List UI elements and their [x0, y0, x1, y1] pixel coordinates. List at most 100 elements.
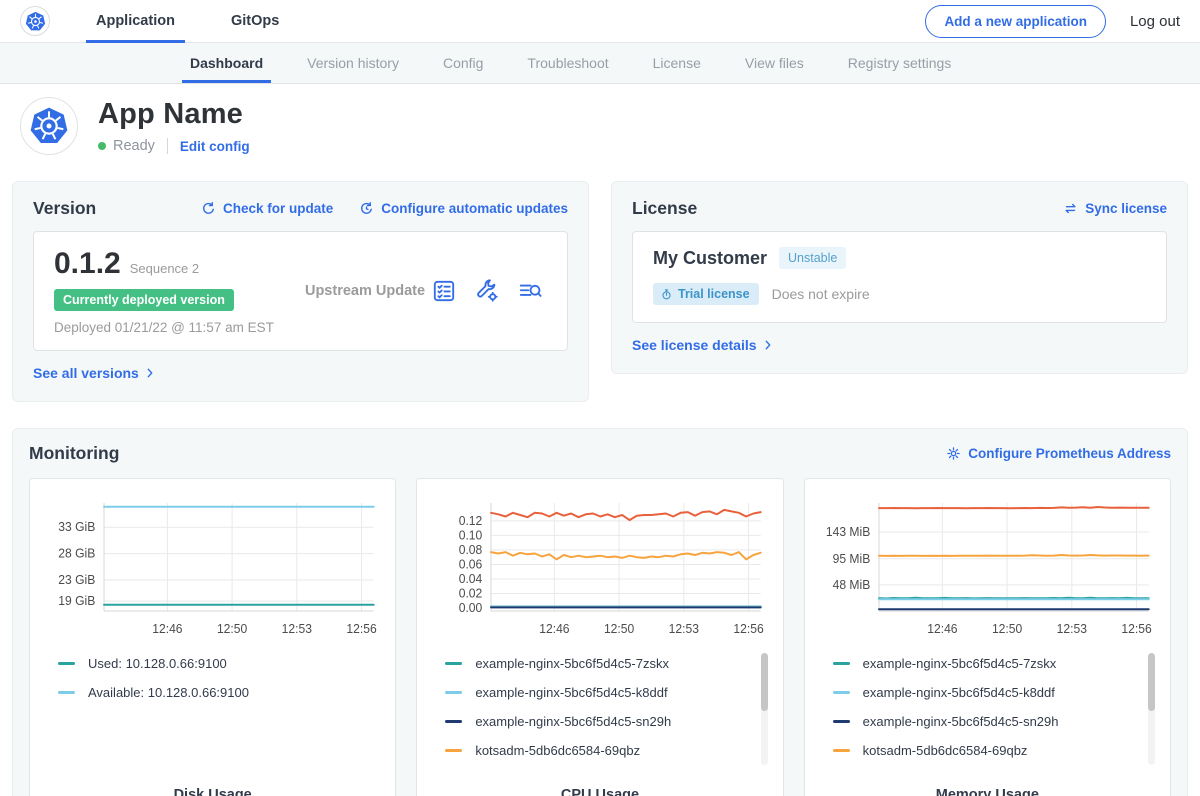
- svg-text:12:53: 12:53: [1056, 622, 1086, 636]
- svg-text:0.00: 0.00: [459, 601, 483, 615]
- legend-swatch: [833, 662, 850, 665]
- trial-license-badge: Trial license: [653, 283, 759, 305]
- config-wrench-gear-icon[interactable]: [474, 278, 500, 304]
- tab-config[interactable]: Config: [421, 43, 505, 83]
- svg-text:48 MiB: 48 MiB: [832, 578, 870, 592]
- legend-item: example-nginx-5bc6f5d4c5-sn29h: [833, 707, 1160, 736]
- edit-config-link[interactable]: Edit config: [180, 139, 250, 154]
- legend-item: kotsadm-5db6dc6584-69qbz: [445, 736, 772, 765]
- svg-text:33 GiB: 33 GiB: [58, 520, 95, 534]
- currently-deployed-badge: Currently deployed version: [54, 289, 234, 311]
- see-all-versions-link[interactable]: See all versions: [33, 365, 156, 381]
- tab-dashboard[interactable]: Dashboard: [168, 43, 285, 83]
- svg-text:19 GiB: 19 GiB: [58, 594, 95, 608]
- legend-swatch: [445, 662, 462, 665]
- svg-text:12:50: 12:50: [604, 622, 634, 636]
- configure-prometheus-link[interactable]: Configure Prometheus Address: [946, 446, 1171, 461]
- license-card-title: License: [632, 198, 697, 219]
- legend-scrollbar-track: [1148, 653, 1155, 765]
- tab-view-files[interactable]: View files: [723, 43, 826, 83]
- legend-swatch: [833, 749, 850, 752]
- status-dot: [98, 142, 106, 150]
- legend-label: example-nginx-5bc6f5d4c5-sn29h: [475, 714, 671, 729]
- topnav-spacer: [289, 0, 925, 42]
- chart-title: Disk Usage: [40, 775, 385, 796]
- configure-automatic-updates-link[interactable]: Configure automatic updates: [359, 201, 568, 216]
- svg-text:0.12: 0.12: [459, 514, 483, 528]
- svg-text:0.04: 0.04: [459, 572, 483, 586]
- legend-label: example-nginx-5bc6f5d4c5-7zskx: [475, 656, 669, 671]
- divider: [167, 138, 168, 154]
- svg-text:12:56: 12:56: [734, 622, 764, 636]
- svg-text:12:50: 12:50: [992, 622, 1022, 636]
- legend-swatch: [445, 720, 462, 723]
- svg-text:12:46: 12:46: [540, 622, 570, 636]
- memory-usage-legend: example-nginx-5bc6f5d4c5-7zskx example-ng…: [815, 649, 1160, 775]
- app-avatar-kubernetes-icon: [20, 97, 78, 155]
- legend-item: example-nginx-5bc6f5d4c5-7zskx: [445, 649, 772, 678]
- legend-scrollbar-track: [761, 653, 768, 765]
- preflight-checklist-icon[interactable]: [431, 278, 457, 304]
- svg-text:95 MiB: 95 MiB: [832, 552, 870, 566]
- memory-usage-chart: 143 MiB 95 MiB 48 MiB 12:46 12:50 12:53 12:56: [815, 493, 1160, 643]
- svg-text:12:56: 12:56: [346, 622, 376, 636]
- topnav-tab-application[interactable]: Application: [86, 0, 185, 42]
- app-header: App Name Ready Edit config: [0, 84, 1200, 169]
- svg-text:12:53: 12:53: [282, 622, 312, 636]
- svg-text:0.08: 0.08: [459, 543, 483, 557]
- legend-scrollbar-thumb[interactable]: [1148, 653, 1155, 711]
- check-for-update-link[interactable]: Check for update: [201, 201, 333, 216]
- svg-text:12:56: 12:56: [1121, 622, 1151, 636]
- svg-text:23 GiB: 23 GiB: [58, 573, 95, 587]
- disk-usage-legend: Used: 10.128.0.66:9100 Available: 10.128.…: [40, 649, 385, 775]
- svg-text:12:46: 12:46: [927, 622, 957, 636]
- status-text: Ready: [113, 138, 155, 154]
- cpu-usage-chart: 0.120.100.080.060.040.020.00 12:46 12:50 12…: [427, 493, 772, 643]
- legend-label: kotsadm-5db6dc6584-69qbz: [475, 743, 640, 758]
- legend-label: Used: 10.128.0.66:9100: [88, 656, 227, 671]
- topnav-tab-gitops[interactable]: GitOps: [221, 0, 289, 42]
- memory-usage-chart-card: 143 MiB95 MiB48 MiB12:4612:5012:5312:56 …: [804, 478, 1171, 796]
- view-diff-logs-icon[interactable]: [517, 278, 543, 304]
- svg-text:28 GiB: 28 GiB: [58, 546, 95, 560]
- tab-registry-settings[interactable]: Registry settings: [826, 43, 973, 83]
- legend-swatch: [445, 749, 462, 752]
- legend-label: example-nginx-5bc6f5d4c5-k8ddf: [863, 685, 1055, 700]
- stopwatch-icon: [660, 288, 673, 301]
- monitoring-section: Monitoring Configure Prometheus Address …: [12, 428, 1188, 796]
- legend-label: example-nginx-5bc6f5d4c5-7zskx: [863, 656, 1057, 671]
- chart-title: CPU Usage: [427, 775, 772, 796]
- svg-text:0.10: 0.10: [459, 528, 483, 542]
- legend-scrollbar-thumb[interactable]: [761, 653, 768, 711]
- svg-text:143 MiB: 143 MiB: [826, 525, 870, 539]
- disk-usage-chart-card: 33 GiB28 GiB23 GiB19 GiB12:4612:5012:531…: [29, 478, 396, 796]
- legend-item: example-nginx-5bc6f5d4c5-k8ddf: [833, 678, 1160, 707]
- logout-button[interactable]: Log out: [1130, 13, 1180, 30]
- version-card-title: Version: [33, 198, 96, 219]
- cpu-usage-chart-card: 0.120.100.080.060.040.020.00 12:46 12:50 12…: [416, 478, 783, 796]
- chevron-right-icon: [144, 367, 156, 379]
- legend-item: Available: 10.128.0.66:9100: [58, 678, 385, 707]
- tab-license[interactable]: License: [631, 43, 723, 83]
- license-expiration: Does not expire: [772, 286, 870, 302]
- deployed-timestamp: Deployed 01/21/22 @ 11:57 am EST: [54, 320, 299, 335]
- add-application-button[interactable]: Add a new application: [925, 5, 1106, 38]
- svg-text:0.06: 0.06: [459, 557, 483, 571]
- svg-text:12:50: 12:50: [217, 622, 247, 636]
- version-source-label: Upstream Update: [299, 283, 431, 299]
- version-number: 0.1.2: [54, 247, 121, 281]
- cpu-usage-legend: example-nginx-5bc6f5d4c5-7zskx example-ng…: [427, 649, 772, 775]
- tab-version-history[interactable]: Version history: [285, 43, 421, 83]
- legend-item: Used: 10.128.0.66:9100: [58, 649, 385, 678]
- current-version-panel: 0.1.2 Sequence 2 Currently deployed vers…: [33, 231, 568, 351]
- monitoring-title: Monitoring: [29, 443, 119, 464]
- legend-swatch: [58, 691, 75, 694]
- svg-text:12:53: 12:53: [669, 622, 699, 636]
- legend-label: example-nginx-5bc6f5d4c5-sn29h: [863, 714, 1059, 729]
- tab-troubleshoot[interactable]: Troubleshoot: [505, 43, 630, 83]
- see-license-details-link[interactable]: See license details: [632, 337, 774, 353]
- svg-text:0.02: 0.02: [459, 586, 483, 600]
- legend-item: example-nginx-5bc6f5d4c5-sn29h: [445, 707, 772, 736]
- gear-icon: [946, 446, 961, 461]
- sync-license-link[interactable]: Sync license: [1063, 201, 1167, 216]
